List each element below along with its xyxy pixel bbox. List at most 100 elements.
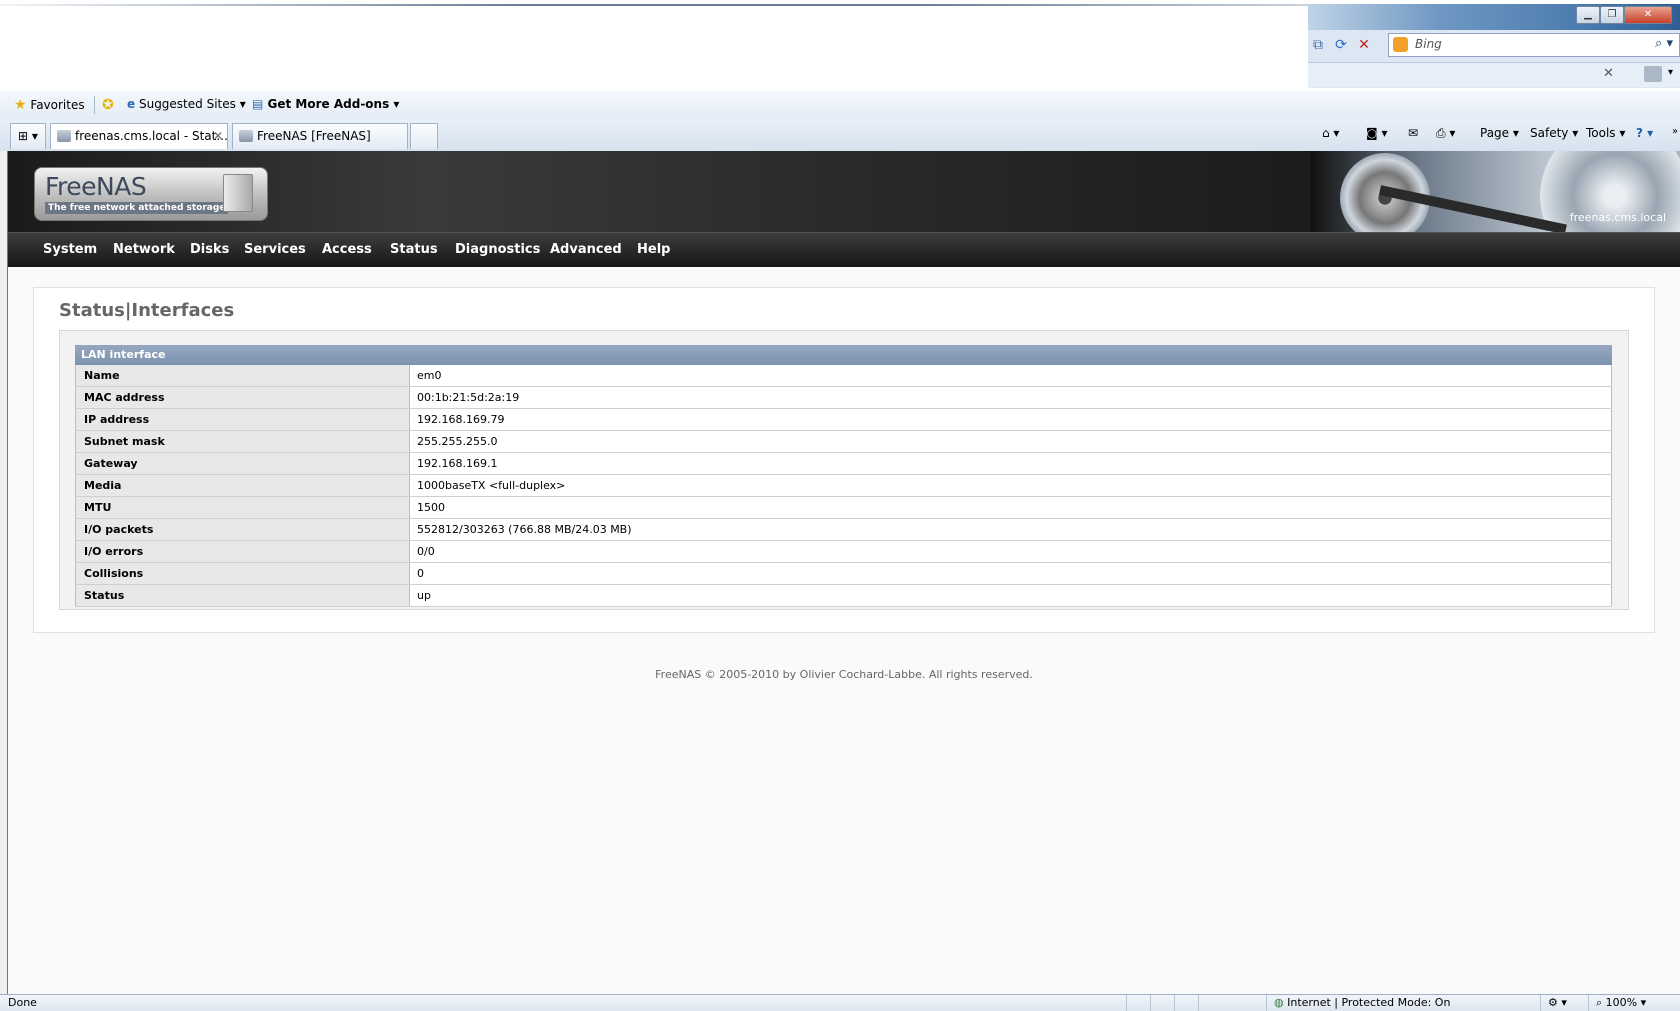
compatibility-view-icon[interactable]: ⧉ — [1308, 35, 1328, 55]
secondary-toolbar: ✕ ▾ — [1308, 62, 1680, 87]
page-menu[interactable]: Page ▾ — [1480, 126, 1519, 140]
chevron-down-icon[interactable]: ▾ — [1668, 67, 1673, 78]
divider — [1266, 995, 1267, 1011]
interface-box: LAN interface Name em0 MAC address 00:1b:2… — [59, 330, 1629, 610]
close-window-button[interactable]: ✕ — [1624, 6, 1672, 24]
nav-system[interactable]: System — [43, 242, 97, 257]
ie-icon: e — [127, 97, 136, 111]
row-value: 1000baseTX <full-duplex> — [411, 475, 1612, 496]
window-left-edge — [0, 151, 8, 994]
close-toolbar-icon[interactable]: ✕ — [1603, 66, 1614, 81]
table-row: Status up — [75, 585, 1612, 607]
page-title: Status|Interfaces — [59, 300, 235, 321]
security-zone[interactable]: ◍ Internet | Protected Mode: On — [1274, 996, 1450, 1009]
divider — [1150, 995, 1151, 1011]
zoom-icon: ⌕ — [1596, 996, 1603, 1009]
popup-blocker-icon[interactable]: ⚙ ▾ — [1548, 996, 1567, 1009]
help-icon[interactable]: ? ▾ — [1636, 126, 1653, 140]
add-favorite-button[interactable]: ✪ — [102, 97, 114, 113]
hard-disk-image: freenas.cms.local — [1310, 151, 1680, 233]
search-input[interactable]: Bing — [1415, 37, 1442, 51]
mail-icon[interactable]: ✉ — [1408, 126, 1418, 140]
nav-help[interactable]: Help — [637, 242, 670, 257]
print-icon[interactable]: ⎙ ▾ — [1436, 126, 1455, 141]
table-row: Media 1000baseTX <full-duplex> — [75, 475, 1612, 497]
add-favorite-icon: ✪ — [102, 97, 114, 113]
close-tab-icon[interactable]: ✕ — [213, 124, 223, 148]
search-icon[interactable]: ⌕ ▾ — [1655, 36, 1673, 51]
logo-name: FreeNAS — [45, 172, 147, 201]
browser-status-bar: Done ◍ Internet | Protected Mode: On ⚙ ▾… — [0, 994, 1680, 1011]
feeds-icon[interactable]: ◙ ▾ — [1366, 126, 1387, 140]
table-row: MAC address 00:1b:21:5d:2a:19 — [75, 387, 1612, 409]
home-icon[interactable]: ⌂ ▾ — [1322, 126, 1339, 140]
zoom-level: 100% — [1605, 996, 1638, 1009]
row-key: I/O errors — [75, 541, 410, 562]
table-row: Name em0 — [75, 365, 1612, 387]
table-header: LAN interface — [75, 345, 1612, 365]
tab-freenas-status[interactable]: freenas.cms.local - Stat... ✕ — [50, 123, 228, 149]
row-value: 0/0 — [411, 541, 1612, 562]
refresh-icon[interactable]: ⟳ — [1331, 35, 1351, 55]
addon-page-icon: ▤ — [252, 97, 264, 111]
stop-icon[interactable]: ✕ — [1354, 35, 1374, 55]
page-icon — [239, 130, 253, 142]
zone-label: Internet | Protected Mode: On — [1287, 996, 1451, 1009]
minimize-button[interactable]: ▁ — [1576, 6, 1600, 24]
divider — [1540, 995, 1541, 1011]
row-key: IP address — [75, 409, 410, 430]
suggested-sites-link[interactable]: e Suggested Sites ▾ — [127, 97, 246, 111]
new-tab-button[interactable] — [410, 123, 438, 149]
nav-access[interactable]: Access — [322, 242, 372, 257]
nav-status[interactable]: Status — [390, 242, 438, 257]
tools-menu-label: Tools — [1586, 126, 1616, 140]
row-value: 192.168.169.1 — [411, 453, 1612, 474]
logo-tagline: The free network attached storage — [45, 202, 229, 214]
row-key: Collisions — [75, 563, 410, 584]
table-row: IP address 192.168.169.79 — [75, 409, 1612, 431]
row-key: I/O packets — [75, 519, 410, 540]
quick-tabs-button[interactable]: ⊞ ▾ — [10, 123, 46, 149]
row-value: 0 — [411, 563, 1612, 584]
tab-label: freenas.cms.local - Stat... — [75, 129, 228, 143]
globe-icon: ◍ — [1274, 996, 1284, 1009]
row-value: 1500 — [411, 497, 1612, 518]
get-addons-link[interactable]: ▤ Get More Add-ons ▾ — [252, 97, 399, 111]
divider — [94, 96, 95, 114]
table-row: I/O errors 0/0 — [75, 541, 1612, 563]
nav-network[interactable]: Network — [113, 242, 175, 257]
row-key: MTU — [75, 497, 410, 518]
row-key: Gateway — [75, 453, 410, 474]
nav-diagnostics[interactable]: Diagnostics — [455, 242, 540, 257]
row-value: 552812/303263 (766.88 MB/24.03 MB) — [411, 519, 1612, 540]
safety-menu[interactable]: Safety ▾ — [1530, 126, 1578, 140]
favorites-button[interactable]: ★ Favorites — [14, 97, 85, 113]
address-toolbar: ⧉ ⟳ ✕ Bing ⌕ ▾ ✕ ▾ — [1308, 30, 1680, 88]
divider — [1126, 995, 1127, 1011]
star-icon: ★ — [14, 97, 27, 113]
main-nav: System Network Disks Services Access Sta… — [8, 233, 1680, 267]
tools-menu[interactable]: Tools ▾ — [1586, 126, 1625, 140]
restore-button[interactable]: ❐ — [1600, 6, 1624, 24]
row-value: 192.168.169.79 — [411, 409, 1612, 430]
row-key: Status — [75, 585, 410, 606]
page-menu-label: Page — [1480, 126, 1510, 140]
row-value: 00:1b:21:5d:2a:19 — [411, 387, 1612, 408]
more-chevron-icon[interactable]: » — [1672, 126, 1678, 137]
suggested-sites-label: Suggested Sites — [138, 97, 236, 111]
translate-icon[interactable] — [1644, 66, 1662, 82]
search-box[interactable]: Bing ⌕ ▾ — [1388, 33, 1680, 57]
get-addons-label: Get More Add-ons — [267, 97, 390, 111]
table-row: I/O packets 552812/303263 (766.88 MB/24.0… — [75, 519, 1612, 541]
freenas-logo[interactable]: FreeNAS The free network attached storag… — [34, 167, 268, 221]
tab-freenas[interactable]: FreeNAS [FreeNAS] — [232, 123, 408, 149]
nav-advanced[interactable]: Advanced — [550, 242, 622, 257]
browser-top-edge — [0, 4, 1308, 6]
nav-disks[interactable]: Disks — [190, 242, 229, 257]
nav-services[interactable]: Services — [244, 242, 306, 257]
table-row: Gateway 192.168.169.1 — [75, 453, 1612, 475]
divider — [1198, 995, 1199, 1011]
row-value: em0 — [411, 365, 1612, 386]
content-panel: Status|Interfaces LAN interface Name em0 … — [33, 287, 1655, 633]
zoom-control[interactable]: ⌕ 100% ▾ — [1596, 996, 1646, 1010]
